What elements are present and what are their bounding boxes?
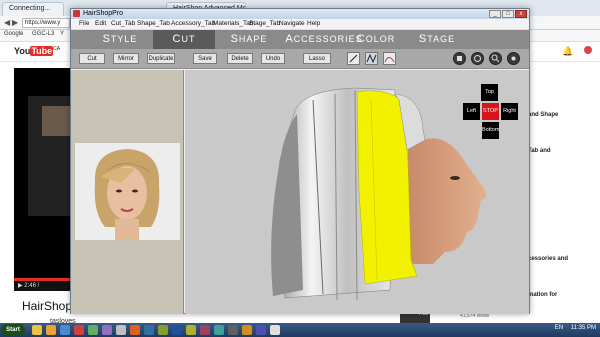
rotate-icon[interactable] bbox=[471, 52, 484, 65]
app-icon[interactable] bbox=[200, 325, 210, 335]
browser-tab-connecting[interactable]: Connecting... bbox=[2, 2, 64, 16]
system-tray: EN 11:35 PM bbox=[549, 325, 596, 331]
language-indicator[interactable]: EN bbox=[555, 325, 563, 331]
tab-cut[interactable]: CUT bbox=[153, 30, 215, 49]
youtube-region: CA bbox=[53, 46, 61, 52]
menu-bar: File Edit Cut_Tab Shape_Tab Accessory_Ta… bbox=[71, 19, 529, 30]
youtube-header-icons: 🔔 bbox=[562, 46, 592, 57]
sidebar-snippet[interactable]: and Shape bbox=[528, 111, 598, 119]
menu-materials-tab[interactable]: Materials_Tab bbox=[213, 20, 253, 27]
maximize-button[interactable]: □ bbox=[502, 10, 514, 18]
explorer-icon[interactable] bbox=[32, 325, 42, 335]
minimize-button[interactable]: _ bbox=[489, 10, 501, 18]
menu-file[interactable]: File bbox=[79, 20, 89, 27]
nav-left-button[interactable]: Left bbox=[463, 103, 480, 120]
close-button[interactable]: x bbox=[515, 10, 527, 18]
app-icon[interactable] bbox=[186, 325, 196, 335]
start-button[interactable]: Start bbox=[1, 324, 25, 336]
menu-cut-tab[interactable]: Cut_Tab bbox=[111, 20, 135, 27]
delete-button[interactable]: Delete bbox=[227, 53, 253, 64]
forward-arrow-icon[interactable]: ▶ bbox=[12, 18, 18, 27]
ie-icon[interactable] bbox=[60, 325, 70, 335]
app-icon[interactable] bbox=[88, 325, 98, 335]
menu-edit[interactable]: Edit bbox=[95, 20, 106, 27]
cut-button[interactable]: Cut bbox=[79, 53, 105, 64]
video-controls: ▶ 2:46 / bbox=[14, 281, 72, 291]
bell-icon[interactable]: 🔔 bbox=[562, 46, 573, 56]
app-icon[interactable] bbox=[228, 325, 238, 335]
settings-icon[interactable] bbox=[507, 52, 520, 65]
firefox-icon[interactable] bbox=[46, 325, 56, 335]
3d-viewport[interactable]: Top Left STOP Right Bottom bbox=[185, 70, 529, 314]
app-icon[interactable] bbox=[116, 325, 126, 335]
reference-portrait bbox=[75, 143, 180, 240]
line-tool-icon[interactable] bbox=[347, 52, 360, 65]
menu-stage-tab[interactable]: Stage_Tab bbox=[249, 20, 280, 27]
curve-tool-icon[interactable] bbox=[383, 52, 396, 65]
menu-navigate[interactable]: Navigate bbox=[279, 20, 305, 27]
tab-color[interactable]: COLOR bbox=[353, 30, 399, 49]
window-title: HairShopPro bbox=[83, 10, 124, 17]
clock[interactable]: 11:35 PM bbox=[571, 325, 596, 331]
hand-pan-icon[interactable] bbox=[453, 52, 466, 65]
video-time: 2:46 / bbox=[24, 283, 40, 289]
menu-shape-tab[interactable]: Shape_Tab bbox=[137, 20, 170, 27]
nav-bottom-button[interactable]: Bottom bbox=[482, 122, 499, 139]
app-icon[interactable] bbox=[74, 325, 84, 335]
video-thumbnail bbox=[42, 106, 72, 136]
sidebar-snippet[interactable]: mation for bbox=[528, 291, 598, 299]
bookmark-google[interactable]: Google bbox=[4, 31, 23, 37]
save-button[interactable]: Save bbox=[193, 53, 217, 64]
app-icon[interactable] bbox=[172, 325, 182, 335]
nav-right-button[interactable]: Right bbox=[501, 103, 518, 120]
avatar[interactable] bbox=[584, 46, 592, 54]
mirror-button[interactable]: Mirror bbox=[113, 53, 139, 64]
main-tab-bar: STYLE CUT SHAPE ACCESSORIES COLOR STAGE bbox=[71, 30, 529, 49]
app-icon[interactable] bbox=[158, 325, 168, 335]
taskbar: Start EN 11:35 PM bbox=[0, 323, 600, 337]
cut-toolbar: Cut Mirror Duplicate Save Delete Undo La… bbox=[71, 49, 529, 69]
zoom-icon[interactable] bbox=[489, 52, 502, 65]
bookmark-y[interactable]: Y bbox=[60, 31, 64, 37]
tab-shape[interactable]: SHAPE bbox=[221, 30, 277, 49]
app-logo-icon bbox=[73, 10, 80, 17]
app-icon[interactable] bbox=[130, 325, 140, 335]
nav-top-button[interactable]: Top bbox=[481, 84, 498, 101]
hairshop-window: HairShopPro _ □ x File Edit Cut_Tab Shap… bbox=[70, 8, 530, 314]
app-icon[interactable] bbox=[270, 325, 280, 335]
app-icon[interactable] bbox=[102, 325, 112, 335]
youtube-logo-tube: Tube bbox=[30, 46, 54, 56]
undo-button[interactable]: Undo bbox=[261, 53, 285, 64]
zigzag-tool-icon[interactable] bbox=[365, 52, 378, 65]
back-arrow-icon[interactable]: ◀ bbox=[4, 18, 10, 27]
app-icon[interactable] bbox=[256, 325, 266, 335]
duplicate-button[interactable]: Duplicate bbox=[147, 53, 175, 64]
play-icon[interactable]: ▶ bbox=[18, 283, 23, 289]
youtube-logo[interactable]: YouTubeCA bbox=[14, 46, 60, 58]
youtube-logo-you: You bbox=[14, 46, 31, 56]
bookmark-ggc-l3[interactable]: GGC-L3 bbox=[32, 31, 54, 37]
menu-help[interactable]: Help bbox=[307, 20, 320, 27]
app-icon[interactable] bbox=[242, 325, 252, 335]
address-bar[interactable]: https://www.y bbox=[22, 18, 70, 28]
app-icon[interactable] bbox=[214, 325, 224, 335]
title-bar[interactable]: HairShopPro _ □ x bbox=[71, 9, 529, 19]
lasso-button[interactable]: Lasso bbox=[303, 53, 331, 64]
sidebar-snippet[interactable]: Tab and bbox=[528, 147, 598, 155]
menu-accessory-tab[interactable]: Accessory_Tab bbox=[171, 20, 215, 27]
reference-panel bbox=[71, 70, 184, 314]
tab-style[interactable]: STYLE bbox=[95, 30, 145, 49]
app-icon[interactable] bbox=[144, 325, 154, 335]
tab-stage[interactable]: STAGE bbox=[415, 30, 459, 49]
nav-stop-button[interactable]: STOP bbox=[482, 103, 499, 120]
sidebar-snippet[interactable]: cessories and bbox=[528, 255, 598, 263]
